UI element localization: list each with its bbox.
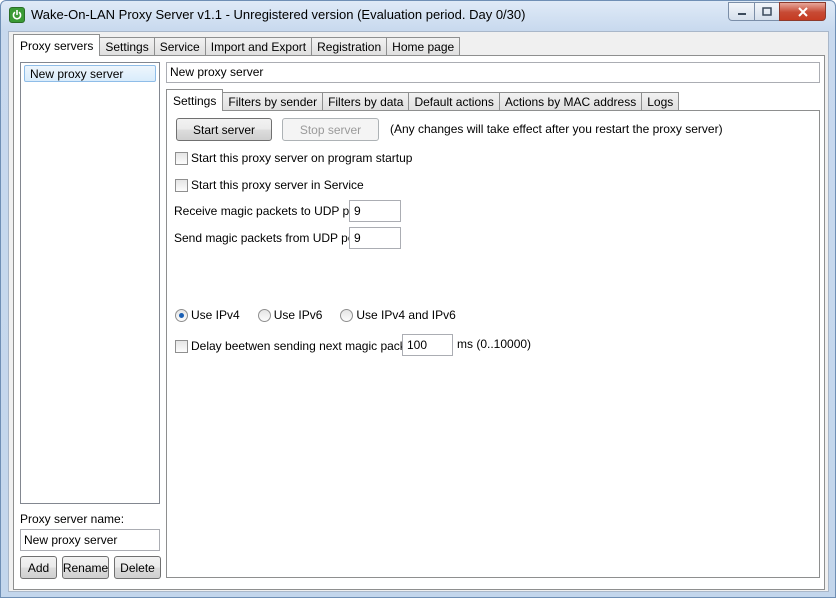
selected-server-name[interactable]: New proxy server xyxy=(166,62,820,83)
start-server-button[interactable]: Start server xyxy=(176,118,272,141)
startup-checkbox-row[interactable]: Start this proxy server on program start… xyxy=(175,151,412,165)
startup-checkbox-label: Start this proxy server on program start… xyxy=(191,151,413,165)
radio-ipv6-button[interactable] xyxy=(257,308,271,322)
tab-filters-by-data[interactable]: Filters by data xyxy=(322,92,410,111)
ip-version-group: Use IPv4 Use IPv6 Use IPv4 and IPv6 xyxy=(175,308,474,322)
server-list[interactable]: New proxy server xyxy=(20,62,160,504)
radio-ipv6-label: Use IPv6 xyxy=(273,308,323,322)
radio-ipv4[interactable]: Use IPv4 xyxy=(175,308,240,322)
startup-checkbox[interactable] xyxy=(175,151,188,165)
tab-settings[interactable]: Settings xyxy=(99,37,155,56)
radio-ipv4-label: Use IPv4 xyxy=(191,308,240,322)
delay-unit-label: ms (0..10000) xyxy=(457,337,532,351)
delay-checkbox-label: Delay beetwen sending next magic packet: xyxy=(191,339,420,353)
delay-input[interactable] xyxy=(402,334,453,356)
main-tabs: Proxy servers Settings Service Import an… xyxy=(13,34,461,56)
close-button[interactable] xyxy=(779,2,826,21)
radio-ipv4-ipv6-label: Use IPv4 and IPv6 xyxy=(356,308,456,322)
receive-port-input[interactable] xyxy=(349,200,401,222)
service-checkbox[interactable] xyxy=(175,178,188,192)
tab-actions-by-mac[interactable]: Actions by MAC address xyxy=(498,92,643,111)
radio-ipv4-button[interactable] xyxy=(175,308,188,322)
service-checkbox-label: Start this proxy server in Service xyxy=(191,178,364,192)
proxy-name-input[interactable] xyxy=(20,529,160,551)
app-window: Wake-On-LAN Proxy Server v1.1 - Unregist… xyxy=(0,0,836,598)
delay-checkbox[interactable] xyxy=(175,339,188,353)
radio-ipv4-ipv6[interactable]: Use IPv4 and IPv6 xyxy=(340,308,456,322)
receive-port-label: Receive magic packets to UDP port: xyxy=(174,204,367,218)
delay-checkbox-row[interactable]: Delay beetwen sending next magic packet: xyxy=(175,339,419,353)
power-icon xyxy=(9,7,25,23)
server-settings-panel: Start server Stop server (Any changes wi… xyxy=(166,110,820,578)
tab-import-export[interactable]: Import and Export xyxy=(204,37,313,56)
proxy-servers-panel: New proxy server Proxy server name: Add … xyxy=(13,55,825,590)
minimize-icon xyxy=(737,12,746,15)
client-area: Proxy servers Settings Service Import an… xyxy=(8,31,829,592)
add-button[interactable]: Add xyxy=(20,556,57,579)
list-item[interactable]: New proxy server xyxy=(24,65,156,82)
send-port-label: Send magic packets from UDP port: xyxy=(174,231,366,245)
tab-proxy-servers[interactable]: Proxy servers xyxy=(13,34,101,56)
rename-button[interactable]: Rename xyxy=(62,556,109,579)
send-port-input[interactable] xyxy=(349,227,401,249)
server-tabs: Settings Filters by sender Filters by da… xyxy=(166,89,680,111)
close-icon xyxy=(797,6,808,17)
tab-home-page[interactable]: Home page xyxy=(386,37,461,56)
minimize-button[interactable] xyxy=(728,2,755,21)
radio-ipv4-ipv6-button[interactable] xyxy=(340,308,354,322)
tab-logs[interactable]: Logs xyxy=(641,92,680,111)
window-title: Wake-On-LAN Proxy Server v1.1 - Unregist… xyxy=(31,7,526,22)
tab-filters-by-sender[interactable]: Filters by sender xyxy=(222,92,324,111)
tab-server-settings[interactable]: Settings xyxy=(166,89,224,111)
tab-registration[interactable]: Registration xyxy=(311,37,388,56)
service-checkbox-row[interactable]: Start this proxy server in Service xyxy=(175,178,364,192)
maximize-icon xyxy=(762,6,772,16)
delete-button[interactable]: Delete xyxy=(114,556,161,579)
title-bar[interactable]: Wake-On-LAN Proxy Server v1.1 - Unregist… xyxy=(1,1,835,31)
proxy-name-label: Proxy server name: xyxy=(20,512,125,526)
tab-service[interactable]: Service xyxy=(153,37,206,56)
radio-ipv6[interactable]: Use IPv6 xyxy=(257,308,323,322)
restart-note: (Any changes will take effect after you … xyxy=(390,122,723,136)
stop-server-button[interactable]: Stop server xyxy=(282,118,379,141)
maximize-button[interactable] xyxy=(754,2,780,21)
tab-default-actions[interactable]: Default actions xyxy=(408,92,500,111)
